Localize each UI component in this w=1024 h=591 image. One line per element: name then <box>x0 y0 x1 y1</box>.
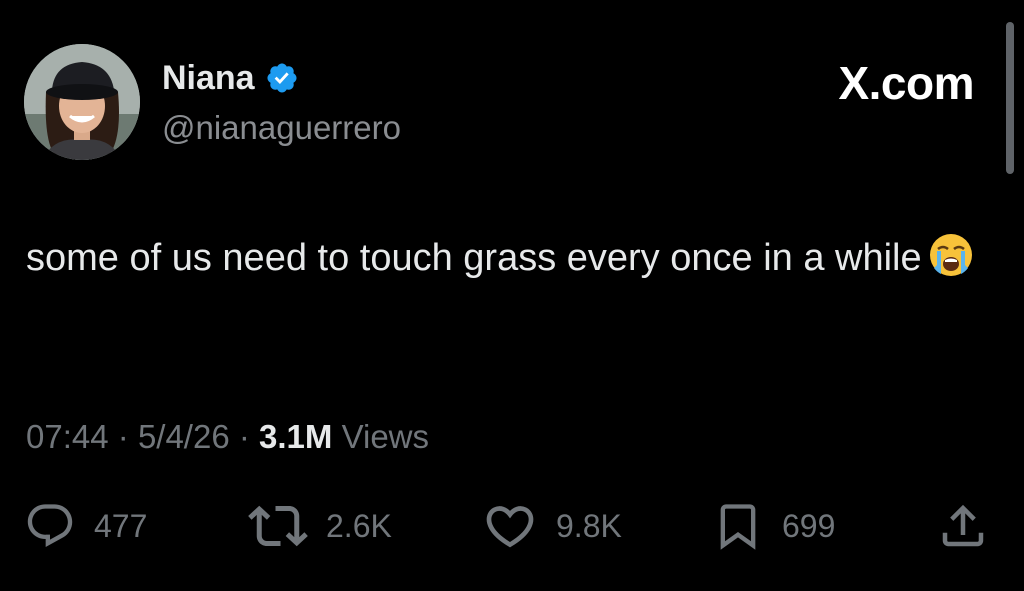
meta-separator: · <box>117 418 129 455</box>
tweet-text: some of us need to touch grass every onc… <box>26 228 986 288</box>
bookmark-button[interactable]: 699 <box>712 496 835 556</box>
author-name-row[interactable]: Niana <box>162 56 299 100</box>
reply-count: 477 <box>94 507 148 544</box>
repost-button[interactable]: 2.6K <box>248 496 392 556</box>
tweet-text-content: some of us need to touch grass every onc… <box>26 237 922 279</box>
heart-icon <box>482 498 538 554</box>
like-button[interactable]: 9.8K <box>482 496 622 556</box>
tweet-date[interactable]: 5/4/26 <box>138 418 230 455</box>
tweet-time[interactable]: 07:44 <box>26 418 109 455</box>
avatar[interactable] <box>24 44 140 160</box>
tweet-meta: 07:44 · 5/4/26 · 3.1M Views <box>26 414 429 460</box>
author-handle[interactable]: @nianaguerrero <box>162 106 401 150</box>
loudly-crying-face-icon <box>928 232 974 278</box>
brand-logo-text: X.com <box>838 57 974 109</box>
scrollbar[interactable] <box>1006 22 1014 174</box>
like-count: 9.8K <box>556 507 622 544</box>
repost-count: 2.6K <box>326 507 392 544</box>
meta-separator: · <box>238 418 250 455</box>
views-count[interactable]: 3.1M <box>259 418 332 455</box>
bookmark-count: 699 <box>782 507 836 544</box>
bookmark-icon <box>712 500 764 552</box>
share-button[interactable] <box>936 496 990 556</box>
repost-icon <box>248 496 308 556</box>
share-icon <box>936 499 990 553</box>
reply-button[interactable]: 477 <box>24 496 147 556</box>
action-bar: 477 2.6K 9.8K 699 <box>0 496 1024 556</box>
views-label[interactable]: Views <box>342 418 429 455</box>
reply-icon <box>24 500 76 552</box>
tweet-card: Niana @nianaguerrero X.com some of us ne… <box>0 0 1024 591</box>
author-name[interactable]: Niana <box>162 56 255 100</box>
verified-badge-icon <box>265 61 299 95</box>
